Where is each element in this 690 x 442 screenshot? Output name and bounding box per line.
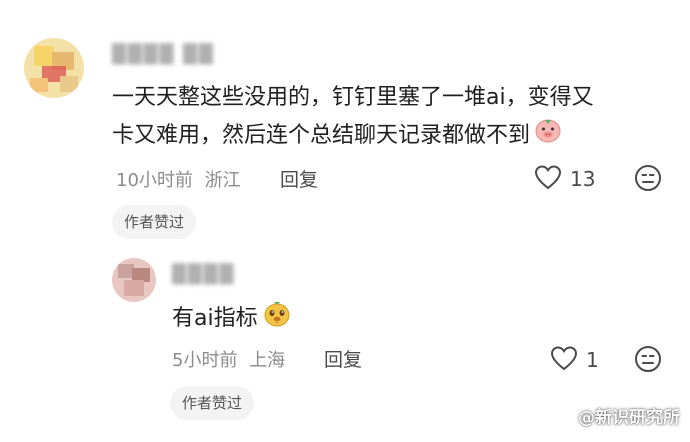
timestamp: 10小时前 bbox=[116, 170, 193, 191]
like-button[interactable]: 1 bbox=[550, 345, 599, 375]
pig-face-icon bbox=[534, 116, 562, 156]
like-button[interactable]: 13 bbox=[534, 164, 595, 194]
timestamp: 5小时前 bbox=[172, 350, 238, 371]
comment-text-line-2-content: 卡又难用，然后连个总结聊天记录都做不到 bbox=[112, 123, 531, 148]
location: 上海 bbox=[249, 350, 286, 371]
like-count: 13 bbox=[570, 167, 596, 191]
comment-text-line-2: 卡又难用，然后连个总结聊天记录都做不到 bbox=[112, 116, 672, 156]
comment-meta: 10小时前 浙江 bbox=[116, 166, 241, 192]
reply-button[interactable]: 回复 bbox=[280, 165, 318, 192]
avatar[interactable] bbox=[24, 38, 84, 98]
reply-text-content: 有ai指标 bbox=[172, 306, 258, 331]
watermark: @新识研究所 bbox=[578, 408, 680, 428]
avatar[interactable] bbox=[112, 258, 156, 302]
heart-icon bbox=[550, 345, 578, 375]
reply-text: 有ai指标 bbox=[172, 298, 292, 340]
like-count: 1 bbox=[586, 348, 599, 372]
dog-face-icon bbox=[262, 298, 292, 340]
author-liked-badge: 作者赞过 bbox=[170, 386, 255, 420]
username[interactable]: ████ bbox=[172, 264, 235, 285]
dislike-button[interactable] bbox=[634, 164, 662, 196]
meh-face-icon bbox=[634, 165, 662, 196]
comment-text-line-1: 一天天整这些没用的，钉钉里塞了一堆ai，变得又 bbox=[112, 85, 594, 110]
heart-icon bbox=[534, 164, 562, 194]
reply-button[interactable]: 回复 bbox=[324, 345, 362, 372]
comment-text: 一天天整这些没用的，钉钉里塞了一堆ai，变得又 卡又难用，然后连个总结聊天记录都… bbox=[112, 80, 672, 156]
meh-face-icon bbox=[634, 346, 662, 377]
dislike-button[interactable] bbox=[634, 345, 662, 377]
reply-meta: 5小时前 上海 bbox=[172, 346, 285, 372]
location: 浙江 bbox=[204, 170, 241, 191]
author-liked-badge: 作者赞过 bbox=[112, 205, 197, 239]
comment-item: ████ ██ 一天天整这些没用的，钉钉里塞了一堆ai，变得又 卡又难用，然后连… bbox=[0, 0, 690, 250]
username[interactable]: ████ ██ bbox=[112, 44, 215, 65]
